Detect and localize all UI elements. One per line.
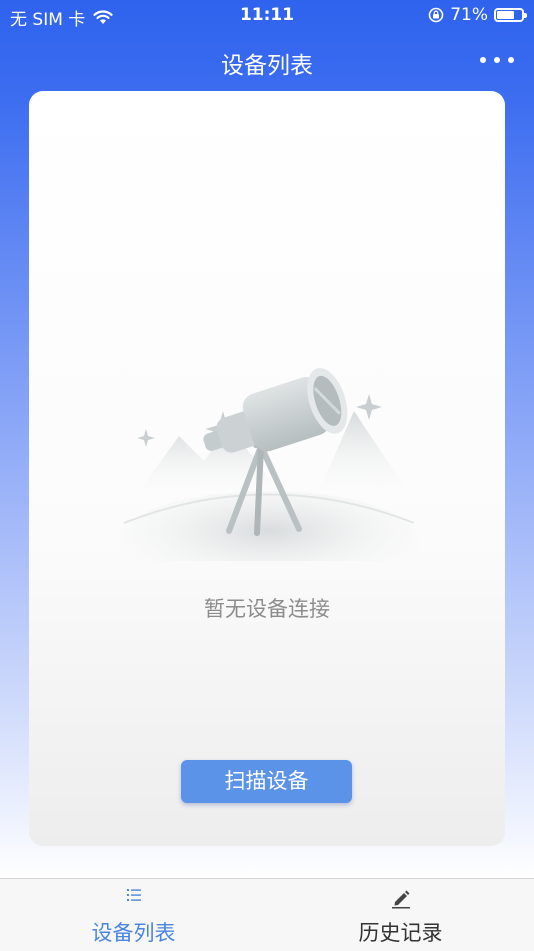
page-title: 设备列表: [221, 53, 313, 79]
telescope-empty-illustration: [119, 368, 419, 561]
device-list-card: 暂无设备连接 扫描设备: [29, 91, 505, 846]
tab-icon-wrap: [0, 887, 267, 903]
rotation-lock-icon: [428, 7, 444, 23]
tab-device-list[interactable]: 设备列表: [0, 879, 267, 951]
battery-cap: [524, 13, 527, 18]
pencil-icon: [391, 890, 410, 909]
navigation-bar: 设备列表: [0, 30, 534, 92]
tab-icon-wrap: [267, 887, 534, 909]
more-dot: [494, 57, 500, 63]
scan-devices-button[interactable]: 扫描设备: [181, 760, 352, 803]
status-bar: 无 SIM 卡 11:11 71%: [0, 0, 534, 30]
battery-icon: [494, 8, 527, 22]
more-options-button[interactable]: [480, 50, 514, 70]
empty-state-message: 暂无设备连接: [204, 597, 330, 621]
battery-level: [497, 11, 514, 19]
more-dot: [508, 57, 514, 63]
status-right: 71%: [428, 5, 527, 25]
more-dot: [480, 57, 486, 63]
list-icon: [126, 889, 141, 901]
tab-label: 历史记录: [358, 921, 443, 945]
battery-percent: 71%: [450, 5, 488, 25]
tab-bar: 设备列表 历史记录: [0, 878, 534, 951]
tab-label: 设备列表: [91, 921, 176, 945]
tab-history[interactable]: 历史记录: [267, 879, 534, 951]
